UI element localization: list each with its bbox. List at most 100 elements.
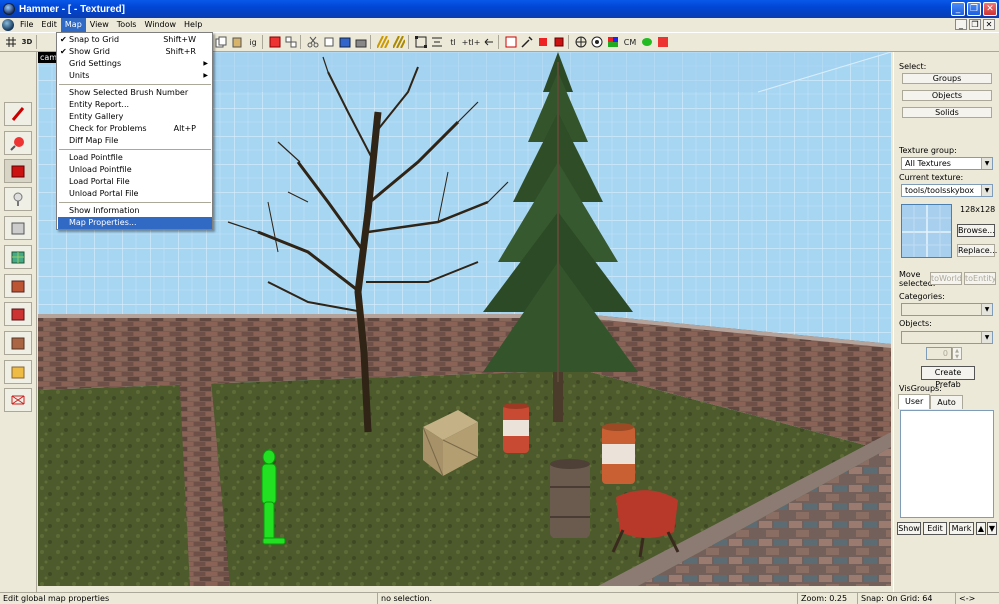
texture-group-select[interactable]: All Textures ▼ (901, 157, 993, 170)
menu-item-load-pointfile[interactable]: Load Pointfile (58, 152, 212, 164)
menu-item-grid-settings[interactable]: Grid Settings ▶ (58, 58, 212, 70)
copy-tool-icon[interactable] (322, 35, 336, 49)
od-icon[interactable] (504, 35, 518, 49)
select-groups-button[interactable]: Groups (902, 73, 992, 84)
flip-icon[interactable] (482, 35, 496, 49)
menu-item-snap-to-grid[interactable]: ✔ Snap to Grid Shift+W (58, 34, 212, 46)
menu-view[interactable]: View (86, 18, 113, 32)
oil-drum (550, 459, 590, 538)
texture-icon (11, 251, 25, 264)
close-button[interactable]: ✕ (983, 2, 997, 16)
hatch-icon[interactable] (376, 35, 390, 49)
compass-icon[interactable] (574, 35, 588, 49)
leaf-icon[interactable] (640, 35, 654, 49)
menu-map[interactable]: Map (60, 18, 86, 32)
ungroup-icon[interactable] (284, 35, 298, 49)
tl-plus-icon[interactable]: +tl+ (462, 35, 481, 49)
pointer-tool[interactable] (4, 102, 32, 126)
tl-icon[interactable]: tl (446, 35, 460, 49)
move-down-button[interactable]: ▼ (987, 522, 997, 535)
clip-icon (11, 308, 25, 321)
vis-show-button[interactable]: Show (897, 522, 921, 535)
to-entity-button[interactable]: toEntity (964, 272, 996, 285)
objects-select[interactable]: ▼ (901, 331, 993, 344)
menu-item-units[interactable]: Units ▶ (58, 70, 212, 82)
grid-icon[interactable] (4, 35, 18, 49)
move-up-button[interactable]: ▲ (976, 522, 986, 535)
align-icon[interactable] (430, 35, 444, 49)
mdi-restore-button[interactable]: ❐ (969, 19, 981, 30)
minimize-button[interactable]: _ (951, 2, 965, 16)
categories-select[interactable]: ▼ (901, 303, 993, 316)
colors-icon[interactable] (606, 35, 620, 49)
document-icon[interactable] (2, 19, 14, 31)
menu-item-show-grid[interactable]: ✔ Show Grid Shift+R (58, 46, 212, 58)
chevron-down-icon: ▼ (981, 158, 992, 169)
menu-item-unload-pointfile[interactable]: Unload Pointfile (58, 164, 212, 176)
paste-icon[interactable] (230, 35, 244, 49)
create-prefab-button[interactable]: Create Prefab (921, 366, 975, 389)
menu-item-map-properties[interactable]: Map Properties... (58, 217, 212, 229)
vis-edit-button[interactable]: Edit (923, 522, 947, 535)
menu-file[interactable]: File (16, 18, 37, 32)
menu-item-diff-map-file[interactable]: Diff Map File (58, 135, 212, 147)
menu-item-check-for-problems[interactable]: Check for Problems Alt+P (58, 123, 212, 135)
cm-icon[interactable]: CM (622, 35, 638, 49)
menu-window[interactable]: Window (140, 18, 180, 32)
copy-icon[interactable] (214, 35, 228, 49)
entity-tool[interactable] (4, 187, 32, 211)
path-tool[interactable] (4, 388, 32, 412)
maximize-button[interactable]: ❐ (967, 2, 981, 16)
ig-icon[interactable]: ig (246, 35, 260, 49)
status-bar: Edit global map properties no selection.… (0, 592, 999, 604)
magnify-tool[interactable] (4, 131, 32, 155)
explosive-barrel-2 (602, 423, 635, 484)
menu-item-entity-gallery[interactable]: Entity Gallery (58, 111, 212, 123)
apply-decal-tool[interactable] (4, 274, 32, 298)
menu-help[interactable]: Help (180, 18, 206, 32)
overlay-tool[interactable] (4, 360, 32, 384)
menu-item-label: Entity Gallery (69, 112, 124, 121)
pick-icon[interactable] (520, 35, 534, 49)
paste-tool-icon[interactable] (338, 35, 352, 49)
cut-icon[interactable] (306, 35, 320, 49)
texture-lock-icon[interactable] (354, 35, 368, 49)
3d-grid-icon[interactable]: 3D (20, 35, 34, 49)
tab-user[interactable]: User (898, 394, 931, 409)
menu-item-entity-report[interactable]: Entity Report... (58, 99, 212, 111)
target-icon[interactable] (590, 35, 604, 49)
select-objects-button[interactable]: Objects (902, 90, 992, 101)
replace-button[interactable]: Replace... (957, 244, 997, 257)
menu-item-label: Unload Pointfile (69, 165, 132, 174)
vis-mark-button[interactable]: Mark (949, 522, 974, 535)
menu-item-unload-portal-file[interactable]: Unload Portal File (58, 188, 212, 200)
menu-tools[interactable]: Tools (113, 18, 141, 32)
block-tool[interactable] (4, 216, 32, 240)
mdi-minimize-button[interactable]: _ (955, 19, 967, 30)
brush-red-alt-icon[interactable] (552, 35, 566, 49)
hatch-alt-icon[interactable] (392, 35, 406, 49)
select-solids-button[interactable]: Solids (902, 107, 992, 118)
browse-button[interactable]: Browse... (957, 224, 995, 237)
menu-item-show-information[interactable]: Show Information (58, 205, 212, 217)
brush-red-icon[interactable] (536, 35, 550, 49)
select-box-icon[interactable] (414, 35, 428, 49)
menu-item-show-selected-brush-number[interactable]: Show Selected Brush Number (58, 87, 212, 99)
group-icon[interactable] (268, 35, 282, 49)
texture-tool[interactable] (4, 245, 32, 269)
current-texture-select[interactable]: tools/toolsskybox ▼ (901, 184, 993, 197)
count-stepper[interactable]: 0 (926, 347, 952, 360)
tools-palette (0, 52, 37, 592)
menu-edit[interactable]: Edit (37, 18, 61, 32)
mdi-close-button[interactable]: ✕ (983, 19, 995, 30)
tab-auto[interactable]: Auto (930, 395, 963, 409)
menu-item-label: Entity Report... (69, 100, 130, 109)
vertex-tool[interactable] (4, 331, 32, 355)
camera-tool[interactable] (4, 159, 32, 183)
menu-item-load-portal-file[interactable]: Load Portal File (58, 176, 212, 188)
to-world-button[interactable]: toWorld (930, 272, 962, 285)
visgroups-list[interactable] (900, 410, 994, 518)
clip-tool[interactable] (4, 302, 32, 326)
stepper-arrows[interactable]: ▲ ▼ (952, 347, 962, 360)
no-draw-icon[interactable] (656, 35, 670, 49)
